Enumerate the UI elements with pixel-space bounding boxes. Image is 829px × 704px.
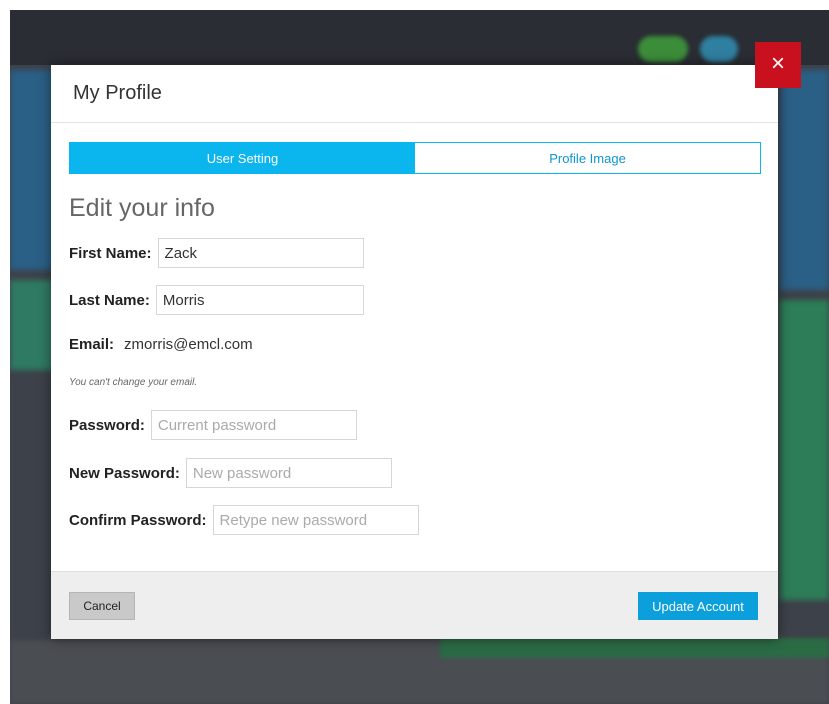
background-right-green [780,300,829,600]
current-password-input[interactable] [150,410,357,440]
new-password-input[interactable] [185,458,392,488]
new-password-row: New Password: [69,458,392,488]
background-right-panel [780,70,829,290]
modal-footer: Cancel Update Account [51,571,778,639]
last-name-row: Last Name: [69,285,364,315]
update-account-button[interactable]: Update Account [638,592,758,620]
tab-bar: User Setting Profile Image [69,142,761,174]
profile-modal: My Profile User Setting Profile Image Ed… [51,65,778,639]
modal-header: My Profile [51,65,778,123]
tab-user-setting[interactable]: User Setting [70,143,415,173]
first-name-label: First Name: [69,244,152,262]
background-blue-pill [700,36,738,62]
background-left-panel [10,70,55,270]
confirm-password-row: Confirm Password: [69,505,419,535]
background-bottom-green [440,638,829,658]
new-password-label: New Password: [69,464,180,482]
background-left-green [10,280,55,370]
email-note: You can't change your email. [69,377,198,388]
first-name-row: First Name: [69,238,364,268]
last-name-label: Last Name: [69,291,150,309]
modal-title: My Profile [73,82,162,104]
email-label: Email: [69,336,115,353]
tab-profile-image[interactable]: Profile Image [415,143,760,173]
email-value: zmorris@emcl.com [124,336,253,353]
close-button[interactable]: × [755,42,801,88]
close-icon: × [770,50,785,77]
confirm-password-label: Confirm Password: [69,511,207,529]
background-green-pill [638,36,688,62]
cancel-button[interactable]: Cancel [69,592,135,620]
email-row: Email: zmorris@emcl.com [69,336,253,353]
last-name-input[interactable] [155,285,364,315]
section-title: Edit your info [69,194,215,222]
password-row: Password: [69,410,357,440]
first-name-input[interactable] [157,238,364,268]
confirm-password-input[interactable] [212,505,419,535]
password-label: Password: [69,416,145,434]
